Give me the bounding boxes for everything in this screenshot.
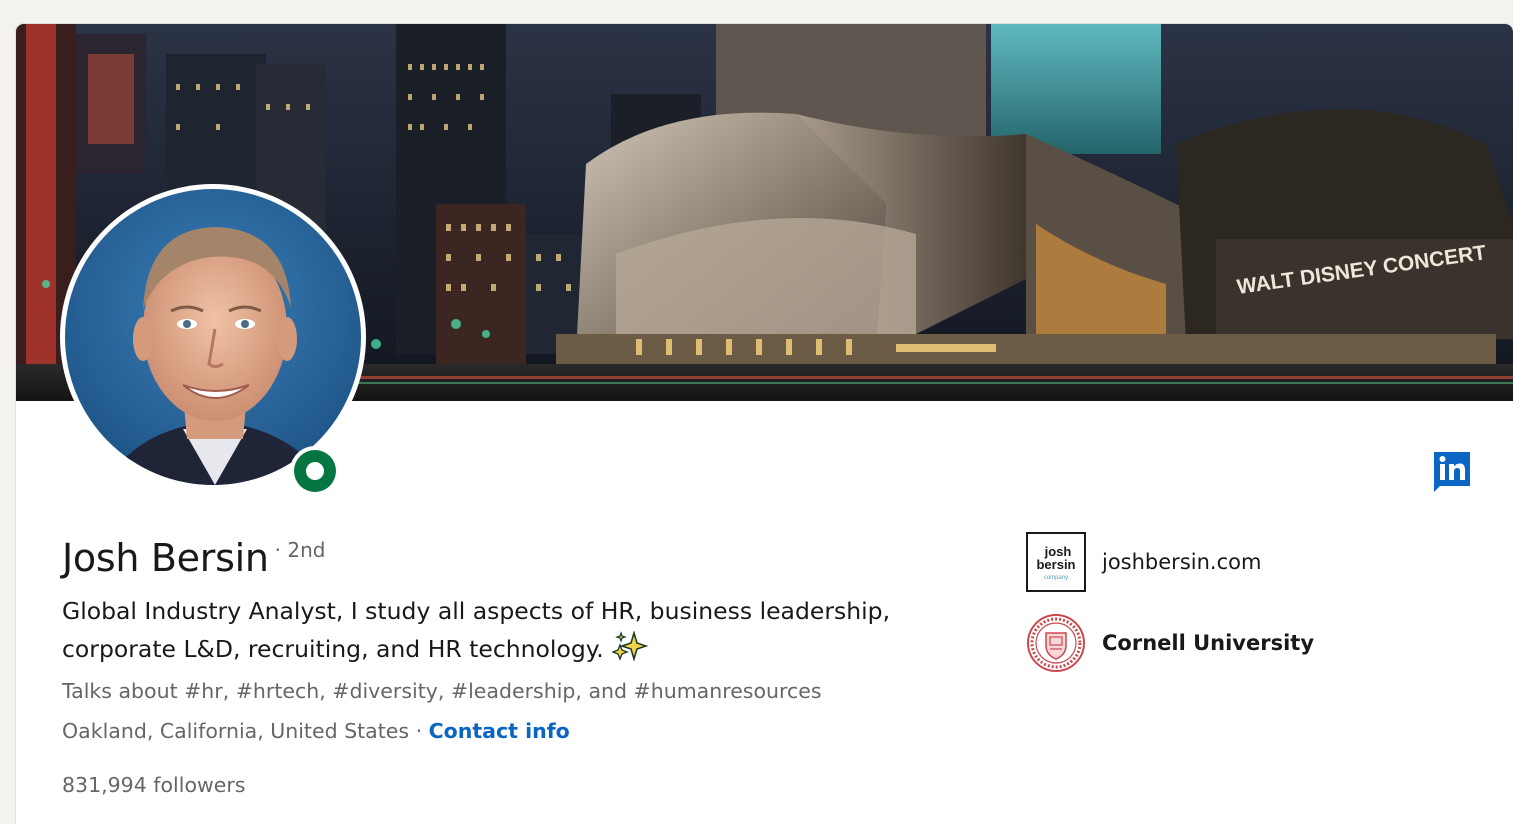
cornell-university-seal-icon (1027, 614, 1085, 672)
school-name: Cornell University (1102, 631, 1315, 655)
company-name: joshbersin.com (1102, 550, 1262, 574)
josh-bersin-logo-text-3: company (1044, 575, 1068, 581)
online-status-icon (290, 446, 340, 496)
location-row: Oakland, California, United States · Con… (62, 719, 570, 743)
talks-about: Talks about #hr, #hrtech, #diversity, #l… (62, 679, 822, 703)
connection-degree-badge: · 2nd (274, 538, 326, 562)
location-separator: · (409, 719, 429, 743)
contact-info-link[interactable]: Contact info (429, 719, 570, 743)
current-company-link[interactable]: josh bersin company joshbersin.com (1026, 532, 1261, 592)
profile-photo-image (65, 189, 361, 485)
profile-headline: Global Industry Analyst, I study all asp… (62, 592, 922, 668)
headline-text: Global Industry Analyst, I study all asp… (62, 597, 891, 663)
profile-card: WALT DISNEY CONCERT Josh Bersin · 2nd Gl… (16, 24, 1513, 824)
education-link[interactable]: Cornell University (1026, 613, 1314, 673)
profile-name: Josh Bersin (62, 536, 269, 580)
location-text: Oakland, California, United States (62, 719, 410, 743)
name-row: Josh Bersin · 2nd (62, 536, 325, 580)
followers-number: 831,994 (62, 773, 147, 797)
followers-count[interactable]: 831,994 followers (62, 773, 245, 797)
josh-bersin-company-logo-icon: josh bersin company (1026, 532, 1086, 592)
josh-bersin-logo-text-2: bersin (1036, 557, 1075, 572)
followers-label: followers (146, 773, 246, 797)
sparkles-icon (611, 631, 648, 662)
profile-photo[interactable] (60, 184, 366, 490)
linkedin-icon[interactable] (1430, 448, 1474, 492)
